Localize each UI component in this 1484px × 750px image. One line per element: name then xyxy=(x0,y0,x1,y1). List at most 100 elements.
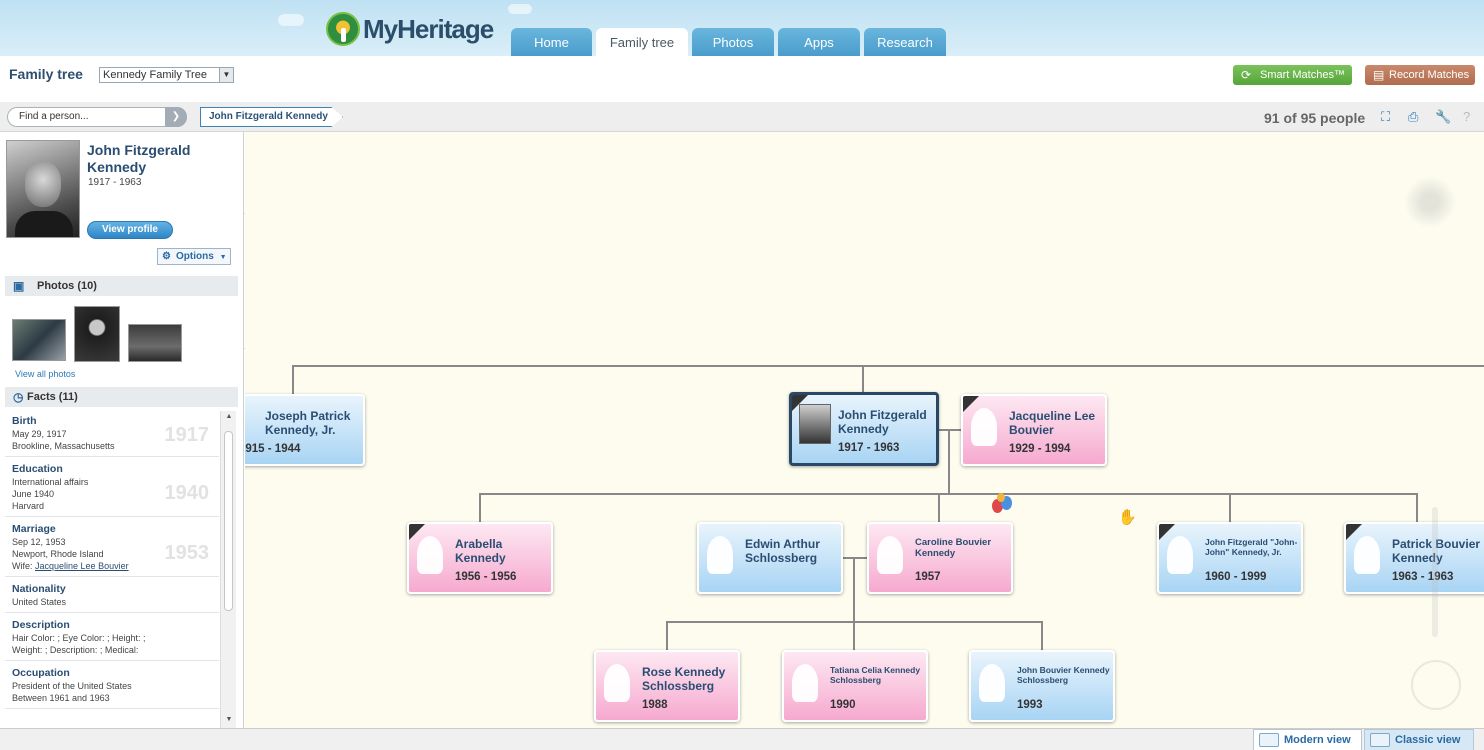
person-card-rose[interactable]: Rose Kennedy Schlossberg 1988 xyxy=(594,650,740,722)
card-name: Patrick Bouvier Kennedy xyxy=(1392,537,1481,565)
modern-view-button[interactable]: Modern view xyxy=(1253,729,1362,750)
myheritage-logo[interactable]: MyHeritage xyxy=(326,12,494,46)
fact-line: President of the United States xyxy=(12,681,132,691)
fact-line: Hair Color: ; Eye Color: ; Height: ; xyxy=(12,633,146,643)
view-all-photos-link[interactable]: View all photos xyxy=(15,369,75,379)
fact-year: 1917 xyxy=(164,424,210,446)
person-card-edwin[interactable]: Edwin Arthur Schlossberg xyxy=(697,522,843,594)
male-silhouette-icon xyxy=(1167,536,1193,574)
classic-view-button[interactable]: Classic view xyxy=(1364,729,1474,750)
tab-research[interactable]: Research xyxy=(864,28,946,56)
photo-thumbnail[interactable] xyxy=(128,324,182,362)
card-name: Rose Kennedy Schlossberg xyxy=(642,665,726,693)
tab-apps[interactable]: Apps xyxy=(778,28,860,56)
chevron-down-icon: ▼ xyxy=(219,254,227,261)
options-dropdown[interactable]: ⚙ Options ▼ xyxy=(157,248,231,265)
family-tree-canvas[interactable]: Joseph Patrick Kennedy, Jr. 1915 - 1944 … xyxy=(245,132,1484,728)
fact-nationality: Nationality United States xyxy=(5,577,219,613)
female-silhouette-icon xyxy=(877,536,903,574)
scroll-down-icon[interactable]: ▼ xyxy=(224,716,234,726)
connector-line xyxy=(666,621,668,651)
photos-section-header[interactable]: ▣ Photos (10) xyxy=(5,276,238,296)
male-silhouette-icon xyxy=(707,536,733,574)
modern-view-icon xyxy=(1259,733,1279,747)
hand-cursor-icon: ✋ xyxy=(1118,509,1137,526)
connector-line xyxy=(479,493,1418,495)
person-card-patrick[interactable]: Patrick Bouvier Kennedy 1963 - 1963 xyxy=(1344,522,1484,594)
person-card-joseph[interactable]: Joseph Patrick Kennedy, Jr. 1915 - 1944 xyxy=(245,394,365,466)
connector-line xyxy=(938,493,940,523)
card-name: John Bouvier Kennedy Schlossberg xyxy=(1017,665,1110,685)
fact-title: Occupation xyxy=(12,667,70,679)
fact-line: Between 1961 and 1963 xyxy=(12,693,110,703)
view-profile-button[interactable]: View profile xyxy=(87,221,173,239)
wife-link[interactable]: Jacqueline Lee Bouvier xyxy=(35,561,129,571)
facts-scrollbar[interactable]: ▲ ▼ xyxy=(220,411,236,728)
photos-heading: Photos (10) xyxy=(37,280,97,292)
card-dates: 1963 - 1963 xyxy=(1392,571,1454,583)
photo-thumbnail[interactable] xyxy=(12,319,66,361)
options-label: Options xyxy=(176,251,214,262)
card-dates: 1929 - 1994 xyxy=(1009,443,1071,455)
card-dates: 1956 - 1956 xyxy=(455,571,517,583)
facts-section-header[interactable]: ◷ Facts (11) xyxy=(5,387,238,407)
person-dates: 1917 - 1963 xyxy=(88,177,142,188)
wrench-icon[interactable]: 🔧 xyxy=(1435,109,1451,125)
person-card-jfk[interactable]: John Fitzgerald Kennedy 1917 - 1963 xyxy=(789,392,939,466)
search-go-icon[interactable]: ❯ xyxy=(165,107,187,127)
record-matches-button[interactable]: ▤ Record Matches xyxy=(1365,65,1475,85)
card-dates: 1988 xyxy=(642,699,668,711)
card-name: Arabella Kennedy xyxy=(455,537,506,565)
chevron-down-icon: ▼ xyxy=(219,68,233,82)
classic-view-icon xyxy=(1370,733,1390,747)
tab-family-tree[interactable]: Family tree xyxy=(596,28,688,56)
tab-photos[interactable]: Photos xyxy=(692,28,774,56)
card-name: John Fitzgerald Kennedy xyxy=(838,408,927,436)
pan-control-icon[interactable] xyxy=(1395,177,1465,227)
people-count: 91 of 95 people xyxy=(1264,110,1366,126)
person-card-tatiana[interactable]: Tatiana Celia Kennedy Schlossberg 1990 xyxy=(782,650,928,722)
female-silhouette-icon xyxy=(792,664,818,702)
person-side-panel: John Fitzgerald Kennedy 1917 - 1963 View… xyxy=(0,132,244,730)
profile-photo[interactable] xyxy=(6,140,80,238)
deceased-ribbon-icon xyxy=(792,395,808,411)
scroll-up-icon[interactable]: ▲ xyxy=(224,413,234,423)
tree-select[interactable]: Kennedy Family Tree ▼ xyxy=(99,67,234,83)
zoom-slider[interactable] xyxy=(1432,507,1438,637)
photo-thumbnail[interactable] xyxy=(74,306,120,362)
person-card-john-john[interactable]: John Fitzgerald "John-John" Kennedy, Jr.… xyxy=(1157,522,1303,594)
help-icon[interactable]: ? xyxy=(1463,109,1470,124)
smart-matches-label: Smart Matches™ xyxy=(1260,69,1345,81)
card-dates: 1957 xyxy=(915,571,941,583)
find-person-input[interactable]: Find a person... ❯ xyxy=(7,107,187,127)
female-silhouette-icon xyxy=(604,664,630,702)
fact-description: Description Hair Color: ; Eye Color: ; H… xyxy=(5,613,219,661)
fact-title: Description xyxy=(12,619,70,631)
home-navigation-icon[interactable] xyxy=(1411,660,1461,710)
female-silhouette-icon xyxy=(417,536,443,574)
scrollbar-thumb[interactable] xyxy=(224,431,233,611)
tab-home[interactable]: Home xyxy=(511,28,592,56)
fact-title: Nationality xyxy=(12,583,66,595)
facts-list: Birth May 29, 1917 Brookline, Massachuse… xyxy=(5,409,219,728)
portrait-suit xyxy=(15,211,73,237)
person-card-jacqueline[interactable]: Jacqueline Lee Bouvier 1929 - 1994 xyxy=(961,394,1107,466)
print-icon[interactable]: ⎙ xyxy=(1408,109,1418,125)
fullscreen-icon[interactable]: ⛶ xyxy=(1381,109,1390,125)
breadcrumb[interactable]: John Fitzgerald Kennedy xyxy=(200,107,343,127)
birthday-balloons-icon xyxy=(990,493,1020,553)
person-card-arabella[interactable]: Arabella Kennedy 1956 - 1956 xyxy=(407,522,553,594)
classic-view-label: Classic view xyxy=(1395,734,1461,746)
connector-line xyxy=(479,493,481,523)
connector-line xyxy=(853,558,855,622)
person-card-jack[interactable]: John Bouvier Kennedy Schlossberg 1993 xyxy=(969,650,1115,722)
connector-line xyxy=(948,430,950,493)
card-name: Tatiana Celia Kennedy Schlossberg xyxy=(830,665,921,685)
fact-line: United States xyxy=(12,597,67,607)
female-silhouette-icon xyxy=(971,408,997,446)
connector-line xyxy=(853,621,855,651)
connector-line xyxy=(292,365,294,395)
connector-line xyxy=(1416,493,1418,523)
smart-matches-button[interactable]: ⟳ Smart Matches™ xyxy=(1233,65,1352,85)
fact-title: Marriage xyxy=(12,523,56,535)
